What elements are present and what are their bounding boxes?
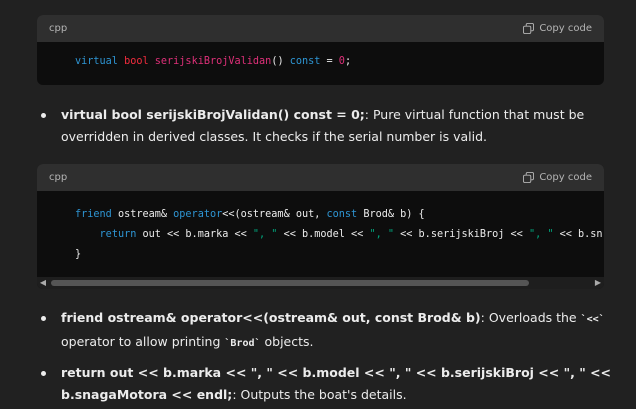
scroll-right-icon[interactable]: ▶ bbox=[592, 277, 604, 289]
copy-icon bbox=[523, 172, 535, 183]
bullet-text: : Outputs the boat's details. bbox=[232, 387, 407, 402]
code-token: << b.sn bbox=[553, 229, 603, 240]
code-header: cpp Copy code bbox=[37, 164, 604, 191]
copy-code-button[interactable]: Copy code bbox=[523, 172, 592, 183]
code-token: virtual bbox=[75, 56, 118, 67]
code-token: ; bbox=[344, 56, 352, 67]
scroll-thumb[interactable] bbox=[51, 280, 529, 286]
bullet-text: : Overloads the bbox=[480, 310, 581, 325]
code-token: << b.serijskiBroj << bbox=[394, 229, 529, 240]
code-line: } bbox=[75, 245, 604, 265]
code-token: friend bbox=[75, 209, 112, 220]
copy-code-button[interactable]: Copy code bbox=[523, 23, 592, 34]
code-language: cpp bbox=[49, 172, 68, 183]
code-header: cpp Copy code bbox=[37, 15, 604, 42]
code-token: () bbox=[271, 56, 290, 67]
code-body: friend ostream& operator<<(ostream& out,… bbox=[37, 191, 604, 265]
bullet-list-2: friend ostream& operator<<(ostream& out,… bbox=[37, 307, 617, 406]
code-token: const bbox=[289, 56, 321, 67]
code-token: serijskiBrojValidan bbox=[154, 56, 272, 67]
code-body: virtual bool serijskiBrojValidan() const… bbox=[37, 42, 604, 67]
inline-code: `<<` bbox=[580, 314, 605, 325]
code-token: } bbox=[75, 249, 82, 260]
scroll-left-icon[interactable]: ◀ bbox=[37, 277, 49, 289]
inline-code: `Brod` bbox=[224, 338, 261, 349]
bullet-list-1: virtual bool serijskiBrojValidan() const… bbox=[37, 104, 617, 148]
bullet-bold: virtual bool serijskiBrojValidan() const… bbox=[61, 107, 365, 122]
code-token: ", " bbox=[528, 229, 554, 240]
bullet-text: objects. bbox=[260, 334, 314, 349]
code-token: out << b.marka << bbox=[136, 229, 253, 240]
copy-code-label: Copy code bbox=[539, 23, 592, 34]
code-token: ", " bbox=[369, 229, 395, 240]
code-token: ostream& bbox=[111, 209, 174, 220]
copy-code-label: Copy code bbox=[539, 172, 592, 183]
code-token: ", " bbox=[252, 229, 278, 240]
code-line: friend ostream& operator<<(ostream& out,… bbox=[75, 205, 604, 225]
list-item: friend ostream& operator<<(ostream& out,… bbox=[37, 307, 617, 355]
code-token: const bbox=[326, 209, 358, 220]
list-item: return out << b.marka << ", " << b.model… bbox=[37, 362, 617, 406]
code-language: cpp bbox=[49, 23, 68, 34]
code-block-2: cpp Copy code friend ostream& operator<<… bbox=[37, 164, 604, 289]
copy-icon bbox=[523, 23, 535, 34]
list-item: virtual bool serijskiBrojValidan() const… bbox=[37, 104, 617, 148]
code-token: = bbox=[320, 56, 339, 67]
code-token: return bbox=[99, 229, 137, 240]
bullet-bold: friend ostream& operator<<(ostream& out,… bbox=[61, 310, 481, 325]
code-token: << b.model << bbox=[277, 229, 370, 240]
code-block-1: cpp Copy code virtual bool serijskiBrojV… bbox=[37, 15, 604, 85]
code-token: operator bbox=[173, 209, 223, 220]
code-token: Brod& b) { bbox=[357, 209, 425, 220]
code-token: <<(ostream& out, bbox=[222, 209, 327, 220]
code-line: return out << b.marka << ", " << b.model… bbox=[75, 225, 604, 245]
code-token: bool bbox=[124, 56, 149, 67]
bullet-text: operator to allow printing bbox=[61, 334, 225, 349]
horizontal-scrollbar[interactable]: ◀ ▶ bbox=[37, 277, 604, 289]
